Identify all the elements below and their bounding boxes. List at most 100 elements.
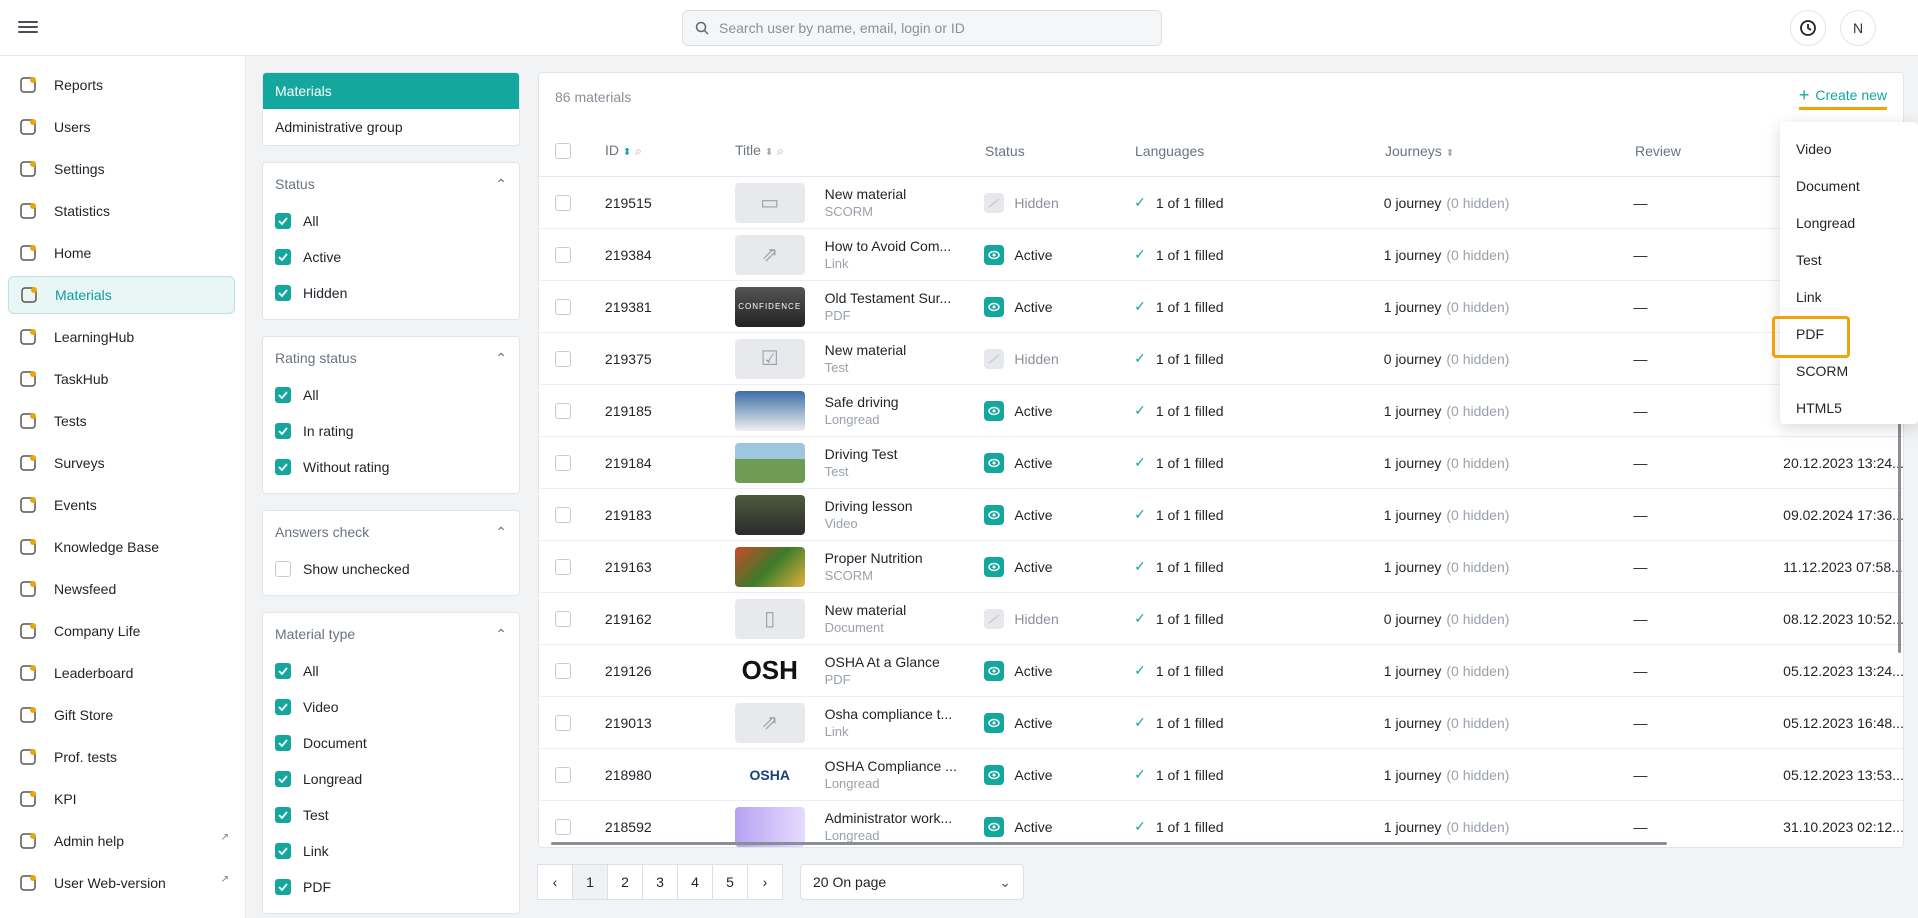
row-checkbox[interactable] bbox=[555, 818, 571, 835]
row-checkbox[interactable] bbox=[555, 298, 571, 315]
status-option-all[interactable]: All bbox=[275, 203, 507, 239]
type-option-longread[interactable]: Longread bbox=[275, 761, 507, 797]
sort-icon[interactable]: ⬍ bbox=[1446, 148, 1454, 159]
row-title-cell[interactable]: Driving lesson Video bbox=[825, 497, 985, 533]
checkbox[interactable] bbox=[275, 771, 291, 787]
table-row[interactable]: 219126 OSH OSHA At a Glance PDF Active ✓ 1 of … bbox=[539, 645, 1903, 697]
material-title[interactable]: Old Testament Sur... bbox=[825, 289, 985, 307]
sidebar-item-users[interactable]: Users bbox=[8, 108, 235, 146]
material-thumbnail[interactable]: OSHA bbox=[734, 754, 805, 795]
dropdown-item-test[interactable]: Test bbox=[1780, 241, 1918, 278]
type-option-pdf[interactable]: PDF bbox=[275, 869, 507, 905]
rating-option-in-rating[interactable]: In rating bbox=[275, 413, 507, 449]
checkbox[interactable] bbox=[275, 387, 291, 403]
table-row[interactable]: 218980 OSHA OSHA Compliance ... Longread Act… bbox=[539, 749, 1903, 801]
table-row[interactable]: 219013 ⇗ Osha compliance t... Link Active ✓ 1 … bbox=[539, 697, 1903, 749]
checkbox[interactable] bbox=[275, 561, 291, 577]
prev-page-button[interactable]: ‹ bbox=[537, 864, 573, 900]
page-5[interactable]: 5 bbox=[712, 864, 748, 900]
row-title-cell[interactable]: Osha compliance t... Link bbox=[825, 705, 985, 741]
row-title-cell[interactable]: OSHA Compliance ... Longread bbox=[825, 757, 985, 793]
row-title-cell[interactable]: Proper Nutrition SCORM bbox=[825, 549, 985, 585]
checkbox[interactable] bbox=[275, 423, 291, 439]
sidebar-item-prof-tests[interactable]: Prof. tests bbox=[8, 738, 235, 776]
row-checkbox[interactable] bbox=[555, 350, 571, 367]
type-option-test[interactable]: Test bbox=[275, 797, 507, 833]
answers-option-show-unchecked[interactable]: Show unchecked bbox=[275, 551, 507, 587]
row-checkbox[interactable] bbox=[555, 766, 571, 783]
checkbox[interactable] bbox=[275, 735, 291, 751]
checkbox[interactable] bbox=[275, 879, 291, 895]
row-checkbox[interactable] bbox=[555, 402, 571, 419]
type-filter-header[interactable]: Material type ⌃ bbox=[275, 623, 507, 645]
row-checkbox[interactable] bbox=[555, 714, 571, 731]
material-thumbnail[interactable]: ▭ bbox=[734, 182, 805, 223]
row-checkbox[interactable] bbox=[555, 246, 571, 263]
sidebar-item-leaderboard[interactable]: Leaderboard bbox=[8, 654, 235, 692]
material-title[interactable]: Safe driving bbox=[825, 393, 985, 411]
type-option-video[interactable]: Video bbox=[275, 689, 507, 725]
material-title[interactable]: OSHA Compliance ... bbox=[825, 757, 985, 775]
sidebar-item-statistics[interactable]: Statistics bbox=[8, 192, 235, 230]
status-filter-header[interactable]: Status ⌃ bbox=[275, 173, 507, 195]
row-title-cell[interactable]: Old Testament Sur... PDF bbox=[825, 289, 985, 325]
tab-administrative-group[interactable]: Administrative group bbox=[263, 109, 519, 145]
row-title-cell[interactable]: Administrator work... Longread bbox=[825, 809, 985, 845]
next-page-button[interactable]: › bbox=[747, 864, 783, 900]
chevron-up-icon[interactable]: ⌃ bbox=[495, 350, 507, 367]
row-title-cell[interactable]: How to Avoid Com... Link bbox=[825, 237, 985, 273]
dropdown-item-html5[interactable]: HTML5 bbox=[1780, 389, 1918, 426]
checkbox[interactable] bbox=[275, 663, 291, 679]
sort-icon[interactable]: ⬍ bbox=[765, 147, 773, 158]
table-row[interactable]: 219163 Proper Nutrition SCORM Active ✓ 1 of 1… bbox=[539, 541, 1903, 593]
avatar[interactable]: N bbox=[1840, 10, 1876, 46]
table-row[interactable]: 218592 Administrator work... Longread Activ… bbox=[539, 801, 1903, 847]
create-new-button[interactable]: + Create new bbox=[1798, 86, 1887, 110]
material-thumbnail[interactable] bbox=[734, 442, 805, 483]
answers-filter-header[interactable]: Answers check ⌃ bbox=[275, 521, 507, 543]
material-title[interactable]: New material bbox=[825, 341, 985, 359]
type-option-document[interactable]: Document bbox=[275, 725, 507, 761]
sidebar-item-reports[interactable]: Reports bbox=[8, 66, 235, 104]
chevron-up-icon[interactable]: ⌃ bbox=[495, 626, 507, 643]
material-title[interactable]: New material bbox=[825, 601, 985, 619]
checkbox[interactable] bbox=[275, 699, 291, 715]
sort-icon[interactable]: ⬍ bbox=[623, 147, 631, 158]
row-checkbox[interactable] bbox=[555, 662, 571, 679]
dropdown-item-document[interactable]: Document bbox=[1780, 167, 1918, 204]
material-title[interactable]: OSHA At a Glance bbox=[825, 653, 985, 671]
sidebar-item-events[interactable]: Events bbox=[8, 486, 235, 524]
per-page-select[interactable]: 20 On page ⌄ bbox=[800, 864, 1024, 900]
header-title[interactable]: Title ⬍ ⌕ bbox=[735, 142, 985, 159]
sidebar-item-knowledge-base[interactable]: Knowledge Base bbox=[8, 528, 235, 566]
sidebar-item-kpi[interactable]: KPI bbox=[8, 780, 235, 818]
page-3[interactable]: 3 bbox=[642, 864, 678, 900]
material-thumbnail[interactable] bbox=[734, 390, 805, 431]
sidebar-item-home[interactable]: Home bbox=[8, 234, 235, 272]
rating-option-without-rating[interactable]: Without rating bbox=[275, 449, 507, 485]
dropdown-item-longread[interactable]: Longread bbox=[1780, 204, 1918, 241]
status-option-hidden[interactable]: Hidden bbox=[275, 275, 507, 311]
material-thumbnail[interactable]: OSH bbox=[734, 650, 805, 691]
material-thumbnail[interactable]: ▯ bbox=[734, 598, 805, 639]
dropdown-item-video[interactable]: Video bbox=[1780, 130, 1918, 167]
horizontal-scrollbar[interactable] bbox=[551, 842, 1667, 845]
checkbox[interactable] bbox=[275, 249, 291, 265]
search-icon[interactable]: ⌕ bbox=[635, 144, 642, 158]
material-thumbnail[interactable]: ☑ bbox=[734, 338, 805, 379]
material-title[interactable]: Administrator work... bbox=[825, 809, 985, 827]
sidebar-item-materials[interactable]: Materials bbox=[8, 276, 235, 314]
checkbox[interactable] bbox=[275, 843, 291, 859]
sidebar-item-learninghub[interactable]: LearningHub bbox=[8, 318, 235, 356]
material-title[interactable]: Driving lesson bbox=[825, 497, 985, 515]
material-title[interactable]: Osha compliance t... bbox=[825, 705, 985, 723]
page-1[interactable]: 1 bbox=[572, 864, 608, 900]
table-row[interactable]: 219183 Driving lesson Video Active ✓ 1 of 1 f… bbox=[539, 489, 1903, 541]
sidebar-item-surveys[interactable]: Surveys bbox=[8, 444, 235, 482]
sidebar-item-admin-help[interactable]: Admin help ↗ bbox=[8, 822, 235, 860]
table-row[interactable]: 219184 Driving Test Test Active ✓ 1 of 1 fill… bbox=[539, 437, 1903, 489]
dropdown-item-pdf[interactable]: PDF bbox=[1772, 315, 1918, 358]
checkbox[interactable] bbox=[275, 459, 291, 475]
material-thumbnail[interactable]: ⇗ bbox=[734, 234, 805, 275]
row-title-cell[interactable]: Driving Test Test bbox=[825, 445, 985, 481]
